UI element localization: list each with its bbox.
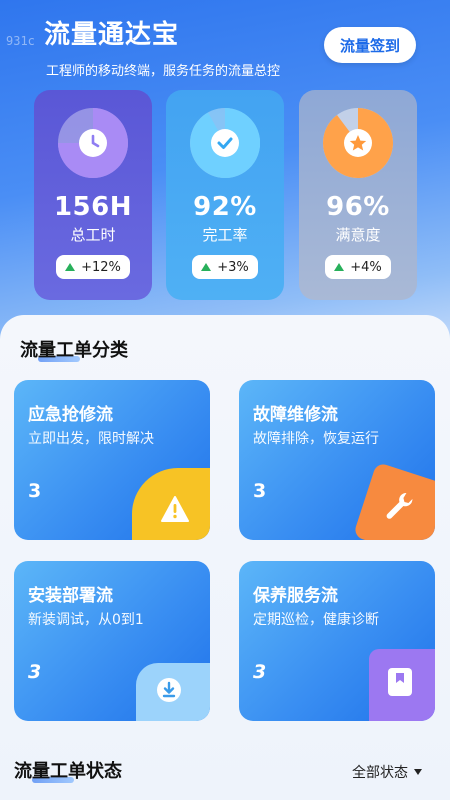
signin-button[interactable]: 流量签到 xyxy=(324,27,416,63)
star-icon xyxy=(323,108,393,178)
flow-card-install[interactable]: 安装部署流 新装调试，从0到1 3 xyxy=(14,561,210,721)
flow-card-title: 应急抢修流 xyxy=(28,405,113,425)
up-arrow-icon xyxy=(334,263,345,271)
stat-card-satisfaction[interactable]: 96% 满意度 +4% xyxy=(299,90,417,300)
stat-value-satisfaction: 96% xyxy=(326,192,390,222)
stat-label-satisfaction: 满意度 xyxy=(335,226,381,244)
bookmark-icon xyxy=(369,649,435,721)
up-arrow-icon xyxy=(201,263,212,271)
watermark-text: 931c xyxy=(6,34,35,48)
check-icon xyxy=(190,108,260,178)
stat-change-text: +12% xyxy=(81,259,121,275)
app-title: 流量通达宝 xyxy=(44,20,180,50)
stat-change-text: +3% xyxy=(217,259,249,275)
download-icon xyxy=(136,663,210,721)
stat-value-completion: 92% xyxy=(193,192,257,222)
caret-down-icon xyxy=(414,769,422,775)
flow-card-title: 安装部署流 xyxy=(28,586,113,606)
stat-value-hours: 156H xyxy=(53,192,133,222)
wrench-icon xyxy=(352,461,435,540)
category-section-title-text: 流量工单分类 xyxy=(20,340,128,361)
stat-change-completion: +3% xyxy=(192,255,258,279)
app-subtitle: 工程师的移动终端，服务任务的流量总控 xyxy=(46,64,281,79)
stat-card-completion[interactable]: 92% 完工率 +3% xyxy=(166,90,284,300)
warning-icon xyxy=(132,468,210,540)
stat-change-satisfaction: +4% xyxy=(325,255,391,279)
flow-card-count: 3 xyxy=(28,480,42,502)
stat-label-completion: 完工率 xyxy=(202,226,248,244)
flow-card-count: 3 xyxy=(253,661,267,683)
flow-card-desc: 定期巡检，健康诊断 xyxy=(253,612,379,628)
status-filter-dropdown[interactable]: 全部状态 xyxy=(352,762,422,782)
flow-card-maintenance[interactable]: 保养服务流 定期巡检，健康诊断 3 xyxy=(239,561,435,721)
flow-card-desc: 立即出发，限时解决 xyxy=(28,431,154,447)
status-section-title: 流量工单状态 xyxy=(14,757,122,783)
flow-card-count: 3 xyxy=(28,661,42,683)
flow-card-title: 保养服务流 xyxy=(253,586,338,606)
up-arrow-icon xyxy=(65,263,76,271)
flow-card-count: 3 xyxy=(253,480,267,502)
stat-card-hours[interactable]: 156H 总工时 +12% xyxy=(34,90,152,300)
flow-card-desc: 故障排除，恢复运行 xyxy=(253,431,379,447)
category-section-title: 流量工单分类 xyxy=(20,336,128,362)
flow-card-emergency[interactable]: 应急抢修流 立即出发，限时解决 3 xyxy=(14,380,210,540)
stat-change-hours: +12% xyxy=(56,255,130,279)
clock-icon xyxy=(58,108,128,178)
flow-card-repair[interactable]: 故障维修流 故障排除，恢复运行 3 xyxy=(239,380,435,540)
status-filter-label: 全部状态 xyxy=(352,765,408,781)
status-section-header: 流量工单状态 全部状态 xyxy=(14,757,436,787)
stat-label-hours: 总工时 xyxy=(70,226,116,244)
status-section-title-text: 流量工单状态 xyxy=(14,761,122,782)
flow-card-title: 故障维修流 xyxy=(253,405,338,425)
stat-change-text: +4% xyxy=(350,259,382,275)
flow-card-desc: 新装调试，从0到1 xyxy=(28,612,144,628)
